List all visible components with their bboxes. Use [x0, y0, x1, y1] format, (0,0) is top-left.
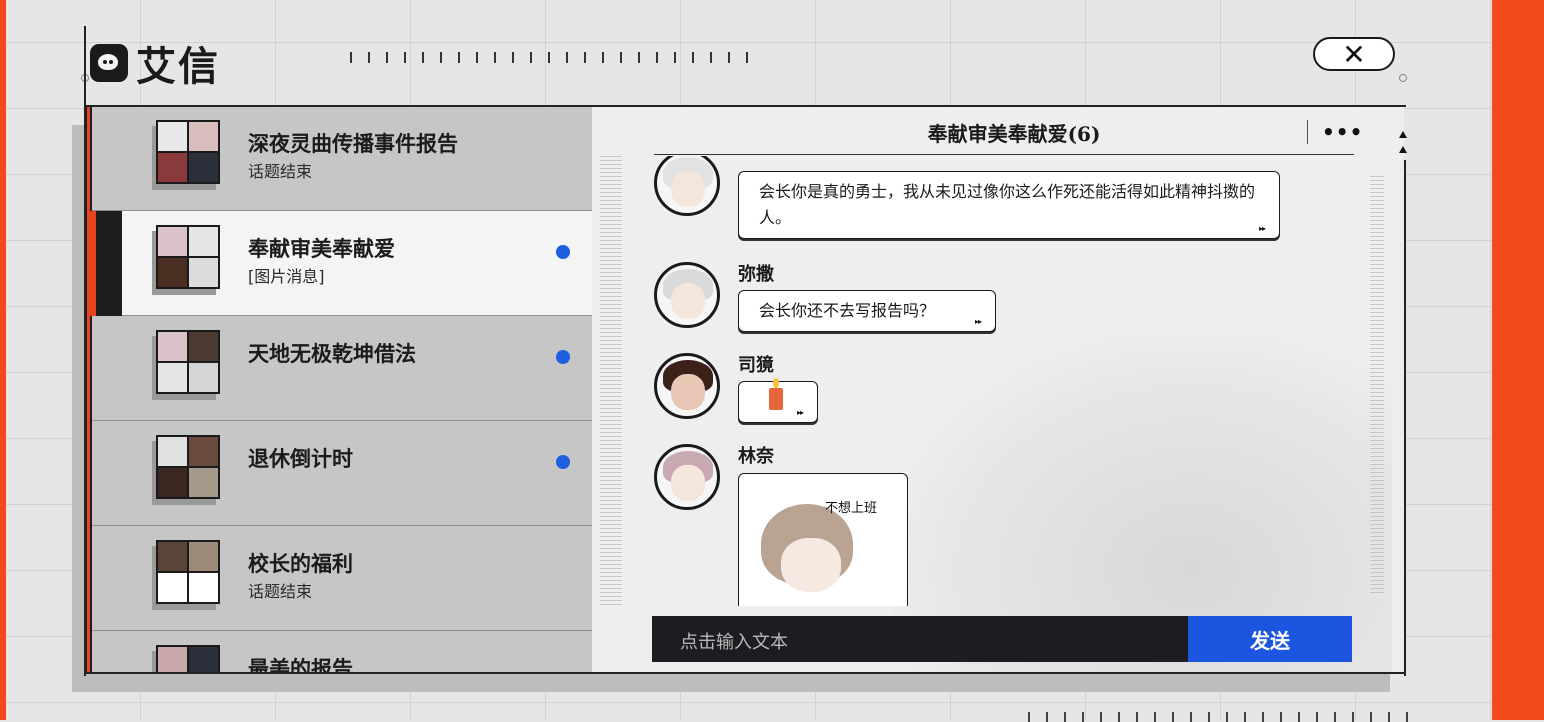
corner-dot [1399, 74, 1407, 82]
unread-dot [556, 350, 570, 364]
conversation-item[interactable]: 退休倒计时 [92, 421, 592, 526]
group-avatar [156, 330, 220, 394]
input-placeholder: 点击输入文本 [680, 632, 788, 653]
message-bubble: 会长你是真的勇士，我从未见过像你这么作死还能活得如此精神抖擞的人。 ▸▸ [738, 171, 1280, 239]
sender-name: 林奈 [738, 446, 774, 467]
header-underline [654, 154, 1354, 155]
sticker-bubble[interactable]: 不想上班 [738, 473, 908, 606]
conversation-item[interactable]: 校长的福利 话题结束 [92, 526, 592, 631]
conversation-title: 最美的报告 [248, 656, 353, 672]
conversation-list[interactable]: 深夜灵曲传播事件报告 话题结束 奉献审美奉献爱 [图片消息] 天地无极乾坤借法 … [86, 106, 592, 672]
message-list[interactable]: 会长你是真的勇士，我从未见过像你这么作死还能活得如此精神抖擞的人。 ▸▸ 弥撒 … [592, 156, 1404, 606]
more-icon: ••• [1322, 120, 1364, 144]
unread-dot [556, 455, 570, 469]
scroll-up-icon[interactable] [1399, 131, 1407, 138]
conversation-item[interactable]: 最美的报告 [92, 631, 592, 672]
avatar[interactable] [654, 444, 720, 510]
conversation-item[interactable]: 深夜灵曲传播事件报告 话题结束 [92, 106, 592, 211]
unread-dot [556, 245, 570, 259]
bubble-tail-icon: ▸▸ [796, 408, 804, 417]
sender-name: 弥撒 [738, 264, 774, 285]
header-tick-marks [350, 52, 748, 63]
conversation-item-active[interactable]: 奉献审美奉献爱 [图片消息] [89, 211, 592, 316]
group-avatar [156, 645, 220, 672]
right-accent-edge [1492, 0, 1544, 720]
frame-line [84, 105, 1406, 107]
more-options-button[interactable]: ••• [1322, 120, 1363, 144]
frame-line [1404, 160, 1406, 676]
footer-tick-marks [1028, 712, 1408, 722]
conversation-subtitle: 话题结束 [248, 162, 313, 181]
conversation-item[interactable]: 天地无极乾坤借法 [92, 316, 592, 421]
avatar[interactable] [654, 262, 720, 328]
message-text: 会长你是真的勇士，我从未见过像你这么作死还能活得如此精神抖擞的人。 [759, 182, 1256, 227]
close-icon: ✕ [1342, 37, 1366, 71]
message-input[interactable]: 点击输入文本 [652, 616, 1188, 662]
cat-logo-icon [90, 44, 128, 82]
chat-title: 奉献审美奉献爱(6) [927, 122, 1101, 146]
candle-icon [769, 378, 783, 410]
bubble-tail-icon: ▸▸ [1258, 224, 1266, 233]
chat-panel: 奉献审美奉献爱(6) ••• 会长你是真的勇士，我从未见过像你这么作死还能活得如… [592, 106, 1404, 672]
group-avatar [156, 120, 220, 184]
sender-name: 司獍 [738, 355, 774, 376]
frame-line [84, 672, 1406, 674]
header-divider [1307, 120, 1308, 144]
conversation-title: 退休倒计时 [248, 446, 353, 471]
sticker-image-face [781, 538, 841, 592]
group-avatar [156, 540, 220, 604]
close-button[interactable]: ✕ [1313, 37, 1395, 71]
conversation-subtitle: [图片消息] [248, 267, 325, 286]
app-logo: 艾信 [90, 34, 220, 92]
left-accent-edge [0, 0, 6, 720]
conversation-title: 深夜灵曲传播事件报告 [248, 131, 458, 156]
conversation-title: 奉献审美奉献爱 [248, 236, 395, 261]
message-bubble: 会长你还不去写报告吗？ ▸▸ [738, 290, 996, 332]
conversation-subtitle: 话题结束 [248, 582, 313, 601]
group-avatar [156, 435, 220, 499]
message-text: 会长你还不去写报告吗？ [759, 301, 936, 320]
send-button[interactable]: 发送 [1188, 616, 1352, 662]
emoji-bubble: ▸▸ [738, 378, 818, 423]
avatar[interactable] [654, 353, 720, 419]
group-avatar [156, 225, 220, 289]
avatar[interactable] [654, 156, 720, 216]
conversation-title: 校长的福利 [248, 551, 353, 576]
sticker-caption: 不想上班 [825, 501, 878, 516]
conversation-title: 天地无极乾坤借法 [248, 341, 416, 366]
selection-indicator [89, 211, 122, 316]
bubble-tail-icon: ▸▸ [974, 317, 982, 326]
scroll-up-icon[interactable] [1399, 146, 1407, 153]
app-title: 艾信 [136, 43, 220, 90]
